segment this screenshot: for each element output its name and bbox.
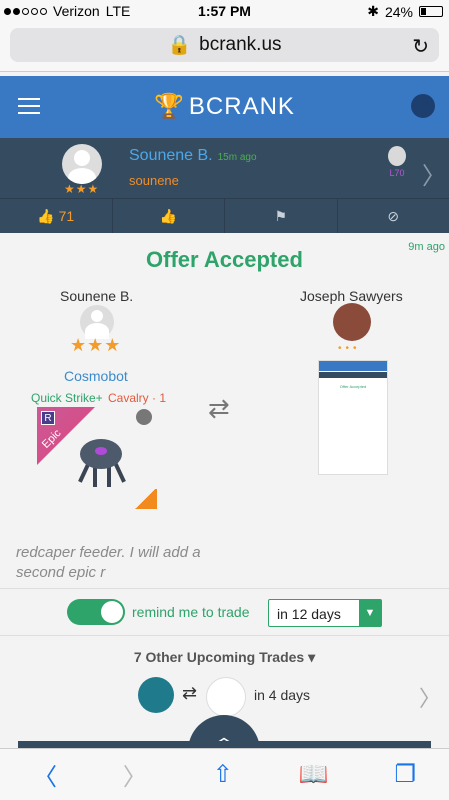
- user-bar[interactable]: ★★★ Sounene B. 15m ago sounene L70 〉: [0, 138, 449, 198]
- back-icon[interactable]: 〈: [33, 757, 57, 792]
- left-user-name[interactable]: Sounene B.: [60, 288, 133, 304]
- lock-icon: 🔒: [167, 35, 192, 56]
- globe-icon[interactable]: [411, 94, 435, 118]
- remind-days-value: in 12 days: [277, 606, 341, 622]
- app-header: 🏆 BCRANK: [0, 76, 449, 138]
- trade-note: redcaper feeder. I will add a second epi…: [16, 544, 201, 581]
- upcoming-trades-toggle[interactable]: 7 Other Upcoming Trades ▾: [0, 649, 449, 666]
- forward-icon[interactable]: 〉: [123, 757, 147, 792]
- right-avatar[interactable]: [333, 303, 371, 341]
- bot-type-level: Cavalry · 1: [108, 391, 167, 405]
- remind-row: remind me to trade in 12 days ▼: [0, 595, 449, 629]
- offer-title: Offer Accepted: [146, 247, 303, 272]
- thumbs-up-icon: 👍: [159, 207, 177, 224]
- right-user-name[interactable]: Joseph Sawyers: [300, 288, 403, 304]
- flag-button[interactable]: ⚑: [225, 199, 338, 233]
- robot-image: [65, 429, 135, 489]
- trade-offer-thumb: [206, 677, 246, 717]
- likes-button[interactable]: 👍 71: [0, 199, 113, 233]
- logo-text: BCRANK: [188, 93, 295, 120]
- status-bar: Verizon LTE 1:57 PM ✱ 24%: [0, 0, 449, 22]
- logo[interactable]: 🏆 BCRANK: [0, 92, 449, 121]
- level-text: L70: [389, 168, 405, 178]
- left-rating-stars: ★★★: [70, 335, 122, 355]
- offered-screenshot-image[interactable]: Offer Accepted: [318, 360, 388, 475]
- likes-count: 71: [58, 208, 75, 224]
- divider: [0, 635, 449, 636]
- bot-name[interactable]: Cosmobot: [64, 368, 128, 384]
- trade-card: 9m ago Offer Accepted Sounene B. Joseph …: [0, 233, 449, 755]
- browser-toolbar: 〈 〉 ⇧ 📖 ❐: [0, 748, 449, 800]
- trade-days: in 4 days: [254, 687, 311, 703]
- reload-icon[interactable]: ↻: [412, 34, 429, 59]
- user-handle: sounene: [129, 173, 179, 188]
- url-bar[interactable]: 🔒 bcrank.us ↻: [10, 28, 439, 62]
- bluetooth-icon: ✱: [367, 3, 379, 19]
- url-text: bcrank.us: [199, 34, 282, 55]
- block-button[interactable]: ⊘: [338, 199, 449, 233]
- thumbs-up-icon: 👍: [37, 207, 55, 224]
- trade-bot-thumb: [138, 677, 174, 713]
- remind-toggle[interactable]: [67, 599, 125, 625]
- caret-down-icon: ▾: [308, 649, 316, 665]
- battery-percent: 24%: [384, 3, 413, 20]
- flag-icon: ⚑: [274, 207, 288, 224]
- avatar[interactable]: [62, 144, 102, 184]
- remind-days-select[interactable]: in 12 days ▼: [268, 599, 382, 627]
- bot-ability: Quick Strike+: [31, 391, 103, 405]
- upcoming-trade-row[interactable]: ⇄ in 4 days 〉: [0, 673, 449, 719]
- chevron-right-icon[interactable]: 〉: [422, 156, 446, 191]
- stone-icon: [136, 409, 152, 425]
- dropdown-arrow-icon: ▼: [359, 600, 381, 626]
- level-badge: L70: [386, 146, 408, 186]
- rating-stars: ★★★: [64, 182, 100, 196]
- thumb-title: Offer Accepted: [339, 384, 367, 389]
- swap-icon: ⇄: [182, 683, 198, 703]
- cavalry-class-icon: [133, 489, 157, 509]
- right-rating-dots: •••: [338, 343, 361, 354]
- remind-label: remind me to trade: [132, 604, 250, 620]
- share-icon[interactable]: ⇧: [213, 760, 233, 789]
- level-avatar-icon: [388, 146, 406, 166]
- battery-icon: [419, 6, 443, 17]
- swap-icon: ⇄: [208, 393, 230, 423]
- action-bar: 👍 71 👍 ⚑ ⊘: [0, 198, 449, 233]
- chevron-right-icon[interactable]: 〉: [419, 681, 441, 713]
- browser-chrome: 🔒 bcrank.us ↻: [0, 22, 449, 72]
- divider: [0, 588, 449, 589]
- post-time: 15m ago: [217, 152, 257, 163]
- upcoming-title: 7 Other Upcoming Trades: [133, 649, 305, 665]
- left-avatar[interactable]: [80, 305, 114, 339]
- bookmarks-icon[interactable]: 📖: [299, 760, 329, 789]
- trophy-icon: 🏆: [154, 93, 185, 120]
- like-button[interactable]: 👍: [113, 199, 225, 233]
- block-icon: ⊘: [387, 207, 400, 224]
- rarity-badge: R: [41, 411, 55, 425]
- footer-strip: [18, 741, 431, 748]
- user-name[interactable]: Sounene B.: [129, 147, 213, 164]
- tabs-icon[interactable]: ❐: [395, 760, 417, 789]
